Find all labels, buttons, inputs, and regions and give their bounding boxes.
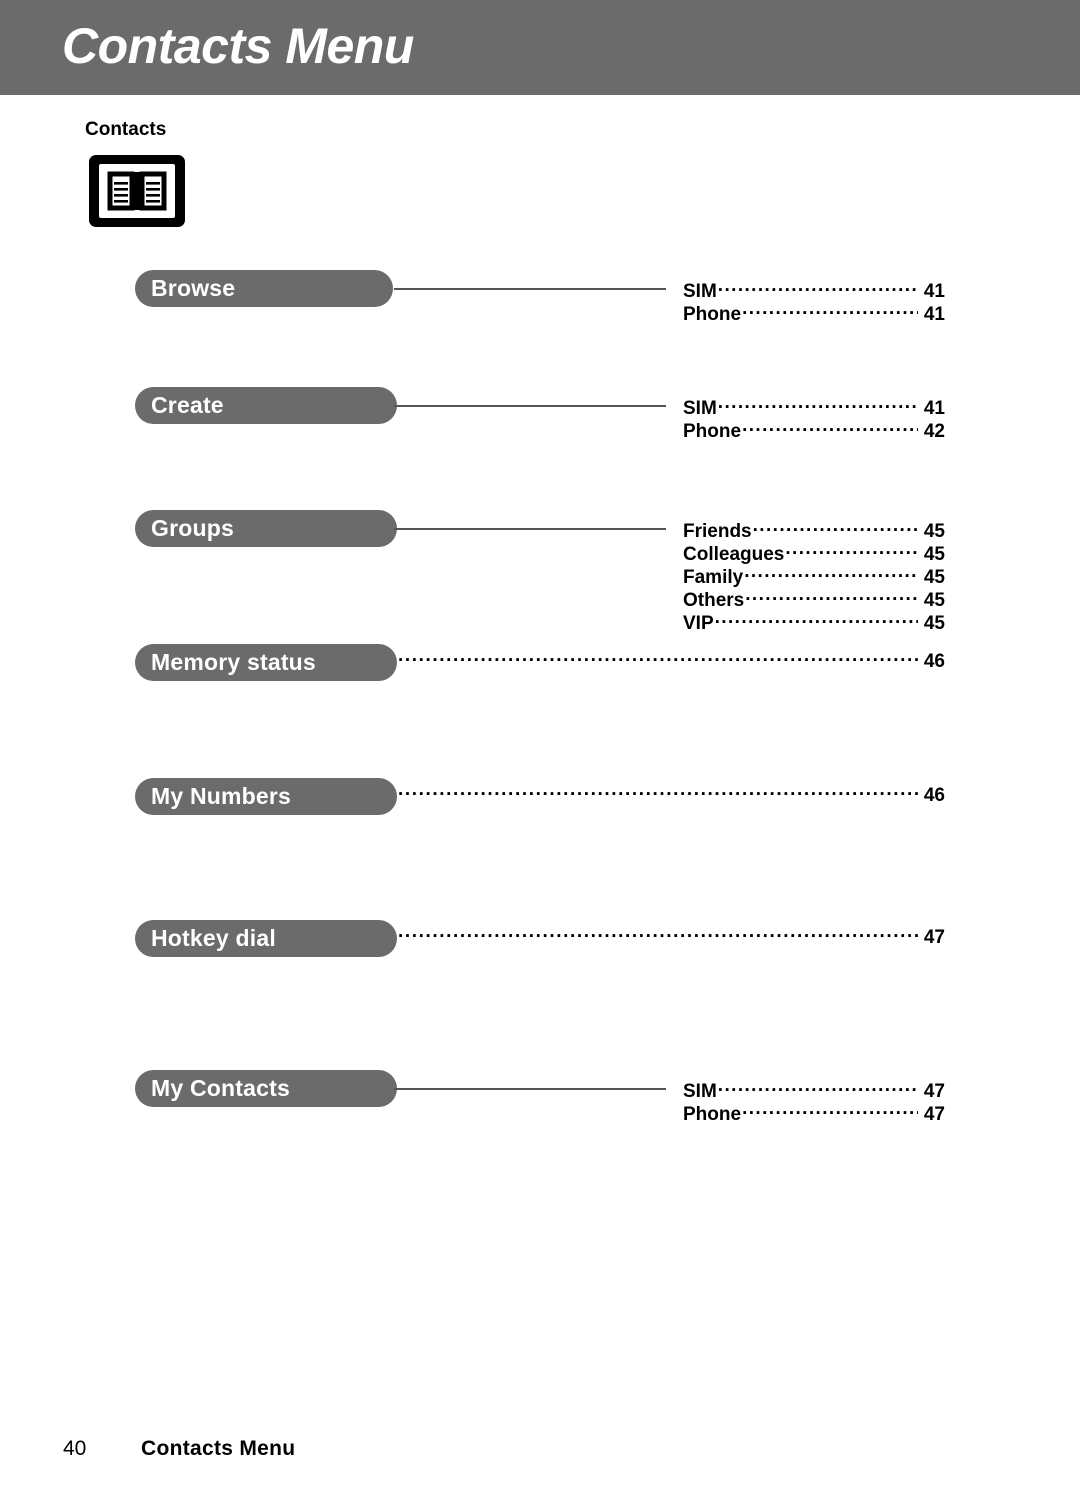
sub-item-label: SIM (683, 281, 717, 302)
menu-item-memory-status[interactable]: Memory status (135, 644, 397, 681)
sub-item-row[interactable]: SIM 47 (683, 1078, 945, 1102)
sub-items-my-contacts: SIM 47 Phone 47 (683, 1078, 945, 1125)
menu-item-label: My Contacts (151, 1075, 290, 1101)
sub-item-page: 41 (923, 304, 945, 325)
sub-item-label: Colleagues (683, 544, 785, 565)
address-book-icon (89, 155, 185, 227)
sub-item-page: 42 (923, 421, 945, 442)
connector-line-my-contacts (394, 1088, 666, 1090)
menu-item-label: Memory status (151, 649, 316, 675)
menu-item-hotkey-dial[interactable]: Hotkey dial (135, 920, 397, 957)
address-book-icon-inner (99, 164, 175, 218)
menu-item-my-numbers[interactable]: My Numbers (135, 778, 397, 815)
sub-item-row[interactable]: Phone 41 (683, 301, 945, 325)
sub-item-label: Others (683, 590, 745, 611)
sub-item-page: 45 (923, 567, 945, 588)
sub-items-create: SIM 41 Phone 42 (683, 395, 945, 442)
sub-items-browse: SIM 41 Phone 41 (683, 278, 945, 325)
connector-line-groups (394, 528, 666, 530)
sub-item-row[interactable]: Others 45 (683, 587, 945, 611)
sub-item-page: 45 (923, 544, 945, 565)
menu-item-my-contacts[interactable]: My Contacts (135, 1070, 397, 1107)
sub-item-label: Phone (683, 421, 742, 442)
leader-dots (744, 564, 918, 583)
leader-dots (718, 278, 918, 297)
sub-item-page: 47 (923, 1081, 945, 1102)
menu-item-groups[interactable]: Groups (135, 510, 397, 547)
sub-item-label: Phone (683, 1104, 742, 1125)
leader-dots (785, 541, 918, 560)
leader-dots (398, 648, 919, 667)
leader-hotkey-dial: 47 (398, 924, 945, 949)
sub-item-label: Family (683, 567, 744, 588)
leader-dots (742, 1101, 918, 1120)
sub-item-label: Friends (683, 521, 752, 542)
connector-line-browse (394, 288, 666, 290)
leader-dots (742, 301, 918, 320)
sub-item-page: 41 (923, 281, 945, 302)
sub-items-groups: Friends 45 Colleagues 45 Family 45 Other… (683, 518, 945, 634)
leader-dots (745, 587, 918, 606)
sub-item-page: 45 (923, 521, 945, 542)
leader-dots (742, 418, 918, 437)
page-title: Contacts Menu (62, 18, 414, 74)
sub-item-label: Phone (683, 304, 742, 325)
sub-item-label: SIM (683, 1081, 717, 1102)
leader-dots (398, 924, 919, 943)
menu-item-label: My Numbers (151, 783, 292, 809)
menu-item-page: 46 (923, 651, 945, 672)
menu-item-label: Groups (151, 515, 234, 541)
leader-dots (715, 610, 918, 629)
section-label: Contacts (85, 119, 167, 140)
sub-item-row[interactable]: Friends 45 (683, 518, 945, 542)
sub-item-page: 45 (923, 590, 945, 611)
sub-item-page: 45 (923, 613, 945, 634)
leader-memory-status: 46 (398, 648, 945, 673)
open-book-glyph (107, 171, 167, 211)
sub-item-row[interactable]: SIM 41 (683, 278, 945, 302)
menu-item-page: 46 (923, 785, 945, 806)
menu-item-label: Create (151, 392, 224, 418)
sub-item-row[interactable]: VIP 45 (683, 610, 945, 634)
sub-item-label: SIM (683, 398, 717, 419)
sub-item-row[interactable]: Colleagues 45 (683, 541, 945, 565)
menu-item-browse[interactable]: Browse (135, 270, 393, 307)
sub-item-row[interactable]: Family 45 (683, 564, 945, 588)
menu-item-label: Browse (151, 275, 236, 301)
menu-item-create[interactable]: Create (135, 387, 397, 424)
sub-item-label: VIP (683, 613, 714, 634)
connector-line-create (394, 405, 666, 407)
sub-item-row[interactable]: Phone 42 (683, 418, 945, 442)
footer-page-number: 40 (63, 1437, 87, 1460)
leader-dots (718, 395, 918, 414)
sub-item-page: 47 (923, 1104, 945, 1125)
footer-title: Contacts Menu (141, 1437, 296, 1460)
page-footer: 40 Contacts Menu (0, 1437, 1080, 1467)
leader-dots (718, 1078, 918, 1097)
sub-item-page: 41 (923, 398, 945, 419)
leader-dots (753, 518, 918, 537)
sub-item-row[interactable]: Phone 47 (683, 1101, 945, 1125)
menu-item-page: 47 (923, 927, 945, 948)
sub-item-row[interactable]: SIM 41 (683, 395, 945, 419)
leader-dots (398, 782, 919, 801)
page-header-bar: Contacts Menu (0, 0, 1080, 95)
menu-item-label: Hotkey dial (151, 925, 276, 951)
leader-my-numbers: 46 (398, 782, 945, 807)
